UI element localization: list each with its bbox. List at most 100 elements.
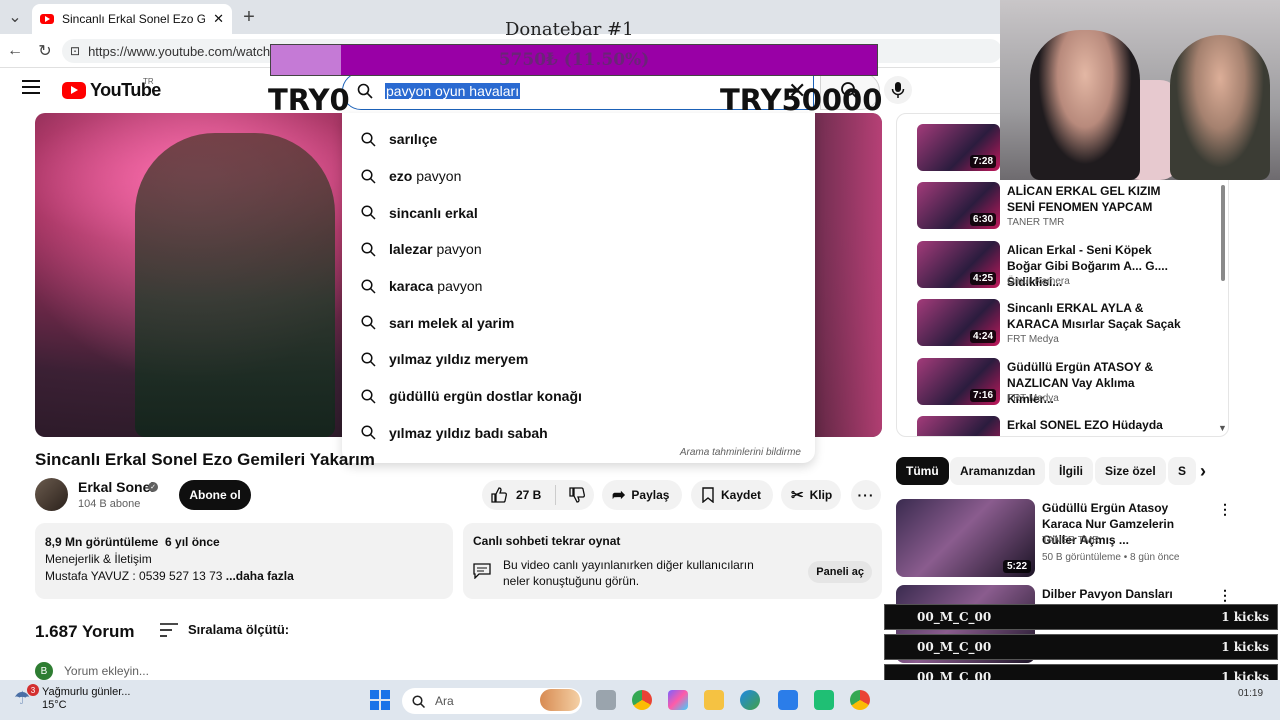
kick-alert-row: 00_M_C_00 1 kicks <box>884 604 1278 630</box>
donate-progress-text: 5750₺ (11.50%) <box>498 50 650 70</box>
filter-chip[interactable]: S <box>1168 457 1196 485</box>
description-box[interactable]: 8,9 Mn görüntüleme 6 yıl önce Menejerlik… <box>35 523 453 599</box>
verified-check-icon: ✓ <box>148 482 158 492</box>
store-icon[interactable] <box>778 690 798 710</box>
search-query-text[interactable]: pavyon oyun havaları <box>385 83 521 99</box>
share-icon: ➦ <box>612 487 626 504</box>
chrome-profile-icon[interactable] <box>850 690 870 710</box>
search-icon <box>361 279 376 294</box>
webcam-overlay <box>1000 0 1280 180</box>
sort-icon <box>160 622 178 637</box>
file-explorer-icon[interactable] <box>704 690 724 710</box>
tab-list-icon[interactable]: ⌄ <box>4 6 26 28</box>
search-icon <box>412 694 425 708</box>
close-tab-icon[interactable]: ✕ <box>213 11 224 27</box>
kick-alert-row: 00_M_C_00 1 kicks <box>884 634 1278 660</box>
save-button[interactable]: Kaydet <box>691 480 773 510</box>
channel-avatar[interactable] <box>35 478 68 511</box>
suggestion-text: sarı melek al yarim <box>389 314 515 331</box>
video-channel: TANER TMR <box>1007 217 1065 228</box>
webcam-person-right <box>1170 35 1270 180</box>
sort-comments-button[interactable]: Sıralama ölçütü: <box>160 622 289 637</box>
subscribe-button[interactable]: Abone ol <box>179 480 251 510</box>
show-more-link[interactable]: ...daha fazla <box>226 569 294 583</box>
open-panel-button[interactable]: Paneli aç <box>808 561 872 583</box>
chevron-right-icon[interactable]: › <box>1200 461 1206 482</box>
filter-chip[interactable]: Sizе özel <box>1095 457 1166 485</box>
video-channel: FRT Medya <box>1007 393 1059 404</box>
suggestion-item[interactable]: sarılıçe <box>342 121 815 158</box>
site-info-icon[interactable]: ⊡ <box>70 44 80 58</box>
suggestion-text: sarılıçe <box>389 131 438 148</box>
thumbs-up-icon <box>491 487 507 503</box>
video-duration: 4:24 <box>969 330 996 343</box>
microphone-icon <box>891 82 905 98</box>
playlist-video-item[interactable]: Erkal SONEL EZO Hüdayda <box>917 416 1217 436</box>
suggestion-item[interactable]: sarı melek al yarim <box>342 304 815 341</box>
task-view-icon[interactable] <box>596 690 616 710</box>
like-button[interactable]: 27 B <box>482 485 557 505</box>
video-menu-icon[interactable]: ⋮ <box>1218 501 1232 518</box>
playlist-video-item[interactable]: 4:24 Sincanlı ERKAL AYLA & KARACA Mısırla… <box>917 299 1217 349</box>
weather-condition: Yağmurlu günler... <box>42 686 131 698</box>
search-highlight-icon[interactable] <box>540 689 580 711</box>
clip-button[interactable]: ✂ Klip <box>781 480 841 510</box>
kick-user: 00_M_C_00 <box>917 640 992 654</box>
suggestion-item[interactable]: güdüllü ergün dostlar konağı <box>342 378 815 415</box>
video-title: ALİCAN ERKAL GEL KIZIM SENİ FENOMEN YAPC… <box>1007 184 1161 214</box>
playlist-video-item[interactable]: 7:16 Güdüllü Ergün ATASOY & NAZLICAN Vay … <box>917 358 1217 408</box>
report-suggestions-link[interactable]: Arama tahminlerini bildirme <box>680 447 801 458</box>
suggestion-item[interactable]: ezo pavyon <box>342 158 815 195</box>
video-thumbnail: 4:24 <box>917 299 1000 346</box>
filter-chip[interactable]: İlgili <box>1049 457 1093 485</box>
video-channel: TANER TMR <box>1042 535 1100 546</box>
playlist-video-item[interactable]: 4:25 Alican Erkal - Seni Köpek Boğar Gibi… <box>917 241 1217 291</box>
filter-chip[interactable]: Tümü <box>896 457 949 485</box>
weather-widget[interactable]: Yağmurlu günler... 15°C <box>42 686 130 712</box>
system-clock[interactable]: 01:19 <box>1238 688 1263 699</box>
youtube-play-icon <box>62 82 86 99</box>
view-count: 8,9 Mn görüntüleme <box>45 535 159 549</box>
voice-search-button[interactable] <box>884 76 912 104</box>
more-actions-button[interactable]: ··· <box>851 480 881 510</box>
suggestion-item[interactable]: lalezar pavyon <box>342 231 815 268</box>
suggestion-text: lalezar pavyon <box>389 241 482 258</box>
share-button[interactable]: ➦ Paylaş <box>602 480 682 510</box>
menu-icon[interactable] <box>22 80 40 94</box>
chat-replay-box: Canlı sohbeti tekrar oynat Bu video canl… <box>463 523 882 599</box>
chat-replay-title: Canlı sohbeti tekrar oynat <box>473 534 621 548</box>
video-duration: 4:25 <box>969 272 996 285</box>
suggestion-item[interactable]: yılmaz yıldız meryem <box>342 341 815 378</box>
filter-chip[interactable]: Aramanızdan <box>950 457 1046 485</box>
suggestion-item[interactable]: karaca pavyon <box>342 268 815 305</box>
suggestion-text: yılmaz yıldız meryem <box>389 351 529 368</box>
playlist-video-item[interactable]: 6:30 ALİCAN ERKAL GEL KIZIM SENİ FENOMEN … <box>917 182 1217 232</box>
new-tab-icon[interactable]: + <box>238 6 260 28</box>
copilot-icon[interactable] <box>668 690 688 710</box>
video-menu-icon[interactable]: ⋮ <box>1218 587 1232 604</box>
taskbar-search-placeholder: Ara <box>435 694 454 708</box>
description-line: Menejerlik & İletişim <box>45 552 152 566</box>
scroll-down-icon[interactable]: ▼ <box>1218 423 1227 433</box>
panel-scrollbar[interactable] <box>1221 185 1225 281</box>
search-icon <box>361 168 376 184</box>
search-icon <box>361 389 376 404</box>
suggestion-item[interactable]: yılmaz yıldız badı sabah <box>342 415 815 452</box>
comment-input[interactable]: Yorum ekleyin... <box>64 664 149 678</box>
reload-icon[interactable]: ↻ <box>34 40 56 62</box>
clock-time: 01:19 <box>1238 688 1264 699</box>
app-icon[interactable] <box>814 690 834 710</box>
back-icon[interactable]: ← <box>4 40 26 62</box>
dislike-button[interactable] <box>562 486 586 504</box>
video-frame-dancer <box>135 133 335 437</box>
browser-tab[interactable]: Sincanlı Erkal Sonel Ezo Gemileri Ya ✕ <box>32 4 232 34</box>
webcam-person-left <box>1030 30 1140 180</box>
channel-name[interactable]: Erkal Sonel <box>78 479 154 495</box>
video-channel: FRT Medya <box>1007 334 1059 345</box>
search-icon <box>361 425 376 440</box>
chrome-icon[interactable] <box>632 690 652 710</box>
kick-count: 1 kicks <box>1221 640 1269 654</box>
suggestion-item[interactable]: sincanlı erkal <box>342 194 815 231</box>
windows-start-icon[interactable] <box>370 690 390 710</box>
edge-icon[interactable] <box>740 690 760 710</box>
